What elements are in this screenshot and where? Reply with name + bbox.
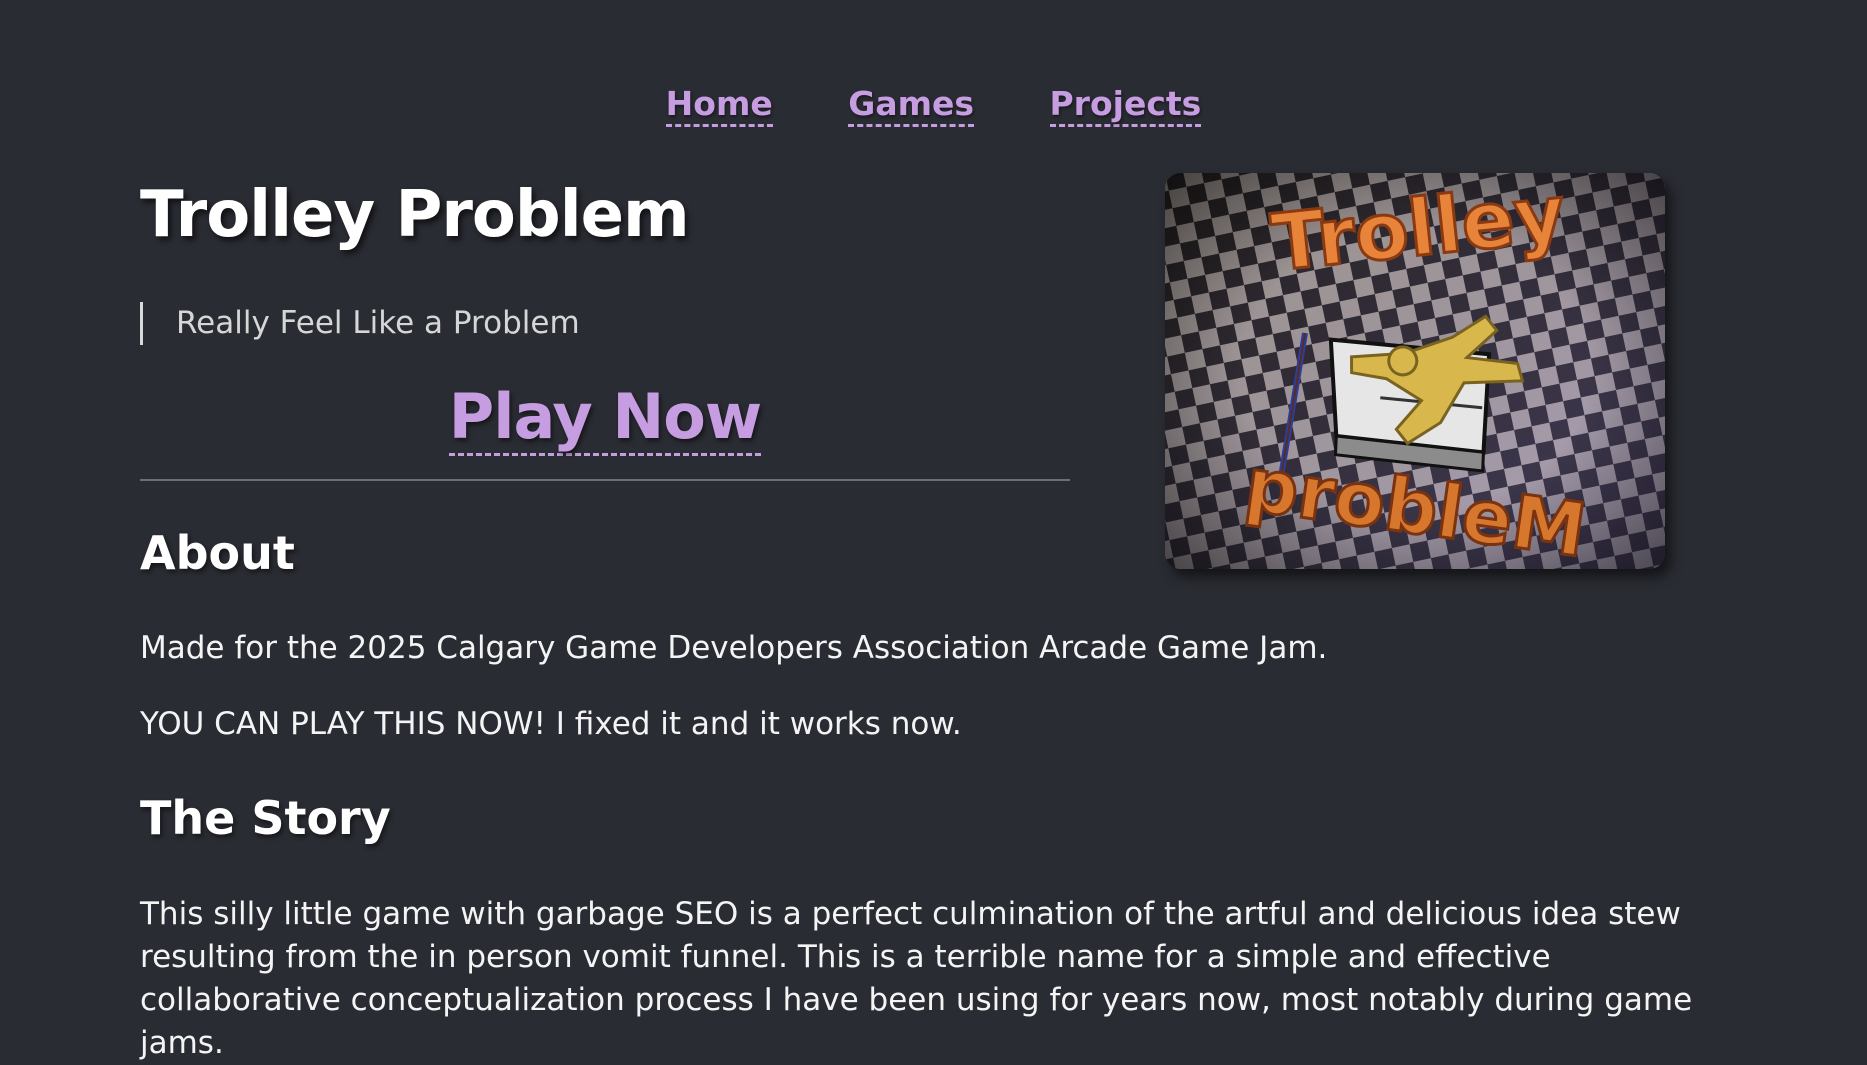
story-heading: The Story bbox=[140, 791, 391, 845]
about-paragraph-2: YOU CAN PLAY THIS NOW! I fixed it and it… bbox=[140, 706, 962, 742]
nav-link-home[interactable]: Home bbox=[665, 84, 773, 127]
play-now-link[interactable]: Play Now bbox=[448, 380, 762, 456]
game-cover-image: Trolley probleM bbox=[1165, 173, 1665, 569]
main-nav: Home Games Projects bbox=[0, 84, 1867, 127]
about-paragraph-1: Made for the 2025 Calgary Game Developer… bbox=[140, 630, 1328, 666]
about-heading: About bbox=[140, 526, 295, 580]
story-paragraph-1: This silly little game with garbage SEO … bbox=[140, 896, 1693, 1061]
nav-link-projects[interactable]: Projects bbox=[1049, 84, 1202, 127]
subtitle-quote: Really Feel Like a Problem bbox=[140, 302, 580, 345]
play-now-container: Play Now bbox=[140, 380, 1070, 456]
divider bbox=[140, 479, 1070, 481]
nav-link-games[interactable]: Games bbox=[848, 84, 974, 127]
page-title: Trolley Problem bbox=[140, 178, 690, 252]
